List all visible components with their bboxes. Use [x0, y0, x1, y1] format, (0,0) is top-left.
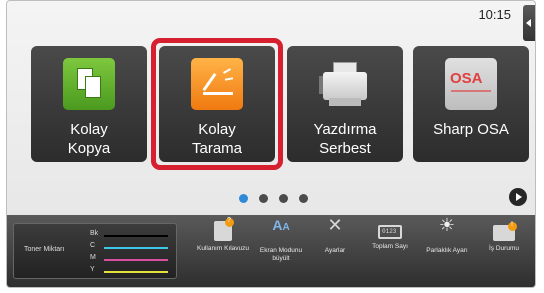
brightness-button[interactable]: ☀ Parlaklık Ayarı — [419, 215, 475, 255]
printer-icon — [319, 58, 371, 110]
next-page-button[interactable] — [509, 188, 527, 206]
bottom-toolbar: Toner Miktarı Bk C M Y Kullanım Kılavuzu — [7, 215, 535, 287]
tile-print-release[interactable]: Yazdırma Serbest — [287, 46, 403, 162]
side-panel-tab[interactable] — [523, 5, 535, 41]
toner-row-y: Y — [90, 266, 174, 278]
tile-label-line1: Kolay — [70, 121, 108, 138]
brightness-icon: ☀ — [438, 215, 456, 235]
tile-label-line2: Serbest — [319, 140, 371, 157]
toner-row-bk: Bk — [90, 230, 174, 242]
tile-easy-copy[interactable]: Kolay Kopya — [31, 46, 147, 162]
page-dot[interactable] — [279, 194, 288, 203]
manual-icon — [214, 217, 234, 241]
tile-label-line1: Kolay — [198, 121, 236, 138]
toner-bar-y — [104, 271, 168, 273]
toner-row-m: M — [90, 254, 174, 266]
tile-label-line1: Yazdırma — [313, 121, 377, 138]
page-dot[interactable] — [299, 194, 308, 203]
toner-bar-m — [104, 259, 168, 261]
enlarge-text-icon: AA — [272, 217, 290, 233]
enlarge-display-button[interactable]: AA Ekran Modunu büyült — [253, 217, 309, 263]
tile-label-line2: Tarama — [191, 140, 243, 157]
page-indicator — [239, 190, 319, 208]
settings-button[interactable]: ✕ Ayarlar — [307, 215, 363, 255]
tile-label-line2: Kopya — [67, 140, 111, 157]
tile-label-line1: Sharp OSA — [433, 121, 509, 138]
page-dot-active[interactable] — [239, 194, 248, 203]
home-screen: 10:15 Kolay Kopya Kolay Tarama Yazdırma … — [6, 0, 536, 288]
toner-level-panel[interactable]: Toner Miktarı Bk C M Y — [13, 223, 177, 279]
toner-bar-c — [104, 247, 168, 249]
scan-icon — [191, 58, 243, 110]
counter-icon — [378, 225, 402, 239]
tile-easy-scan[interactable]: Kolay Tarama — [159, 46, 275, 162]
toner-bar-bk — [104, 235, 168, 237]
settings-tools-icon: ✕ — [327, 215, 343, 235]
clock: 10:15 — [478, 7, 511, 22]
toner-label: Toner Miktarı — [24, 246, 65, 253]
user-manual-button[interactable]: Kullanım Kılavuzu — [195, 217, 251, 253]
job-status-icon — [493, 221, 517, 241]
copy-icon — [63, 58, 115, 110]
tile-sharp-osa[interactable]: OSA Sharp OSA — [413, 46, 529, 162]
osa-icon: OSA — [445, 58, 497, 110]
job-status-button[interactable]: İş Durumu — [476, 221, 532, 253]
page-dot[interactable] — [259, 194, 268, 203]
total-count-button[interactable]: Toplam Sayı — [362, 221, 418, 251]
toner-row-c: C — [90, 242, 174, 254]
